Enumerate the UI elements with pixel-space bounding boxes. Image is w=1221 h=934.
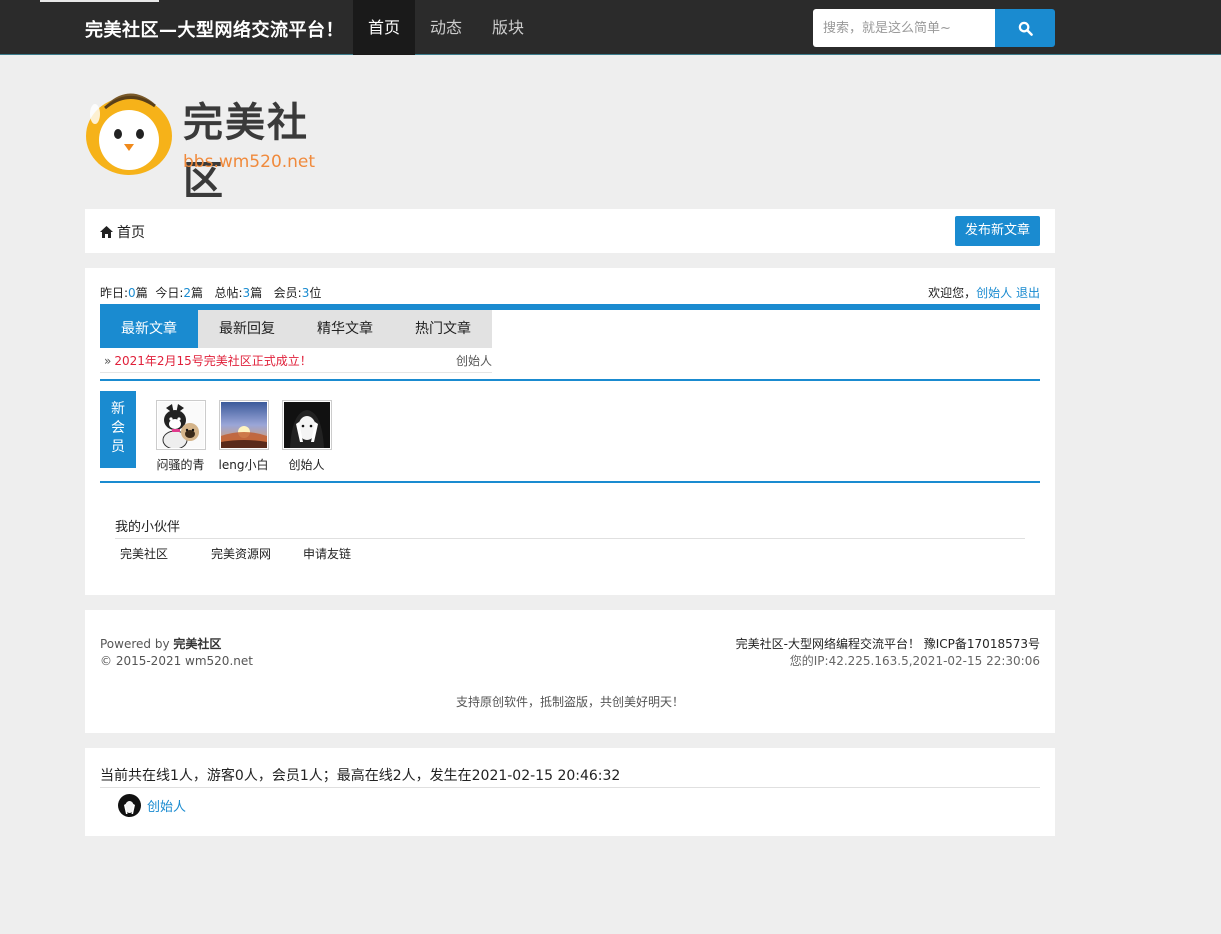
avatar[interactable] — [281, 400, 332, 450]
current-user-link[interactable]: 创始人 — [976, 286, 1012, 300]
divider — [100, 787, 1040, 788]
stat-unit-members: 位 — [309, 286, 322, 300]
powered-by-name[interactable]: 完美社区 — [173, 637, 221, 651]
stat-unit: 篇 — [250, 286, 263, 300]
friend-link[interactable]: 完美社区 — [120, 545, 168, 562]
member-name[interactable]: leng小白 — [212, 456, 275, 473]
search-input[interactable] — [813, 9, 995, 47]
logout-link[interactable]: 退出 — [1016, 286, 1040, 300]
member-name[interactable]: 创始人 — [275, 456, 338, 473]
article-title-link[interactable]: 2021年2月15号完美社区正式成立！ — [114, 354, 311, 368]
stat-yesterday-value: 0 — [128, 286, 136, 300]
search-icon — [1018, 21, 1033, 36]
member-card[interactable]: leng小白 — [212, 400, 275, 473]
founder-avatar-icon — [118, 794, 141, 817]
footer-slogan: 支持原创软件，抵制盗版，共创美好明天！ — [455, 695, 684, 709]
new-members-list: 闷骚的青 leng小白 创始人 — [149, 400, 338, 473]
friend-links: 完美社区 完美资源网 申请友链 — [120, 545, 383, 562]
stat-today-value: 2 — [183, 286, 192, 300]
article-tabs: 最新文章 最新回复 精华文章 热门文章 — [100, 310, 492, 348]
site-brand[interactable]: 完美社区—大型网络交流平台！ — [85, 16, 344, 42]
online-users-panel: 当前共在线1人，游客0人，会员1人；最高在线2人，发生在2021-02-15 2… — [85, 748, 1055, 836]
footer-right: 完美社区-大型网络编程交流平台！ 豫ICP备17018573号 您的IP:42.… — [736, 636, 1040, 670]
tab-latest-articles[interactable]: 最新文章 — [100, 310, 198, 348]
divider — [115, 538, 1025, 539]
main-nav: 首页 动态 版块 — [353, 0, 539, 55]
ip-info: 您的IP:42.225.163.5,2021-02-15 22:30:06 — [789, 654, 1040, 668]
chick-mascot-icon — [86, 93, 172, 175]
site-description: 完美社区-大型网络编程交流平台！ 豫ICP备17018573号 — [735, 637, 1040, 651]
welcome-message: 欢迎您，创始人 退出 — [928, 284, 1040, 301]
avatar[interactable] — [218, 400, 269, 450]
list-bullet: » — [104, 354, 112, 368]
avatar[interactable] — [155, 400, 206, 450]
tab-latest-replies[interactable]: 最新回复 — [198, 310, 296, 348]
online-summary: 当前共在线1人，游客0人，会员1人；最高在线2人，发生在2021-02-15 2… — [100, 768, 621, 784]
forum-stats: 昨日:0篇 今日:2篇 总帖:3篇 会员:3位 — [100, 284, 321, 301]
friend-links-title: 我的小伙伴 — [115, 520, 181, 535]
nav-item-boards[interactable]: 版块 — [477, 0, 539, 55]
site-logo[interactable]: 完美社区 bbs.wm520.net — [85, 84, 345, 204]
new-post-button[interactable]: 发布新文章 — [954, 216, 1040, 246]
nav-item-home[interactable]: 首页 — [353, 0, 416, 55]
member-card[interactable]: 创始人 — [275, 400, 338, 473]
new-members-label: 新会员 — [100, 391, 136, 468]
main-panel: 昨日:0篇 今日:2篇 总帖:3篇 会员:3位 欢迎您，创始人 退出 最新文章 … — [85, 268, 1055, 595]
home-icon — [100, 226, 113, 238]
stat-total-label: 总帖: — [214, 286, 243, 300]
friend-link[interactable]: 完美资源网 — [211, 545, 271, 562]
member-card[interactable]: 闷骚的青 — [149, 400, 212, 473]
breadcrumb-home[interactable]: 首页 — [117, 222, 145, 242]
welcome-text: 欢迎您， — [928, 286, 977, 300]
top-navbar: 完美社区—大型网络交流平台！ 首页 动态 版块 — [0, 0, 1221, 55]
tab-featured-articles[interactable]: 精华文章 — [296, 310, 394, 348]
sunset-avatar-icon — [220, 402, 267, 448]
topbar-accent — [40, 0, 159, 2]
logo-name: 完美社区 — [183, 100, 309, 204]
avatar[interactable] — [118, 794, 141, 817]
copyright: © 2015-2021 wm520.net — [100, 654, 253, 668]
logo-domain: bbs.wm520.net — [183, 152, 316, 172]
breadcrumb[interactable]: 首页 — [100, 222, 145, 242]
stat-unit: 篇 — [191, 286, 204, 300]
list-item: » 2021年2月15号完美社区正式成立！ 创始人 — [100, 352, 492, 369]
dog-avatar-icon — [157, 402, 204, 450]
divider — [100, 481, 1040, 483]
article-author[interactable]: 创始人 — [456, 352, 492, 369]
online-user-name[interactable]: 创始人 — [147, 796, 186, 815]
nav-item-activity[interactable]: 动态 — [415, 0, 477, 55]
new-members-label-text: 新会员 — [111, 401, 125, 455]
divider — [100, 379, 1040, 381]
online-user[interactable]: 创始人 — [118, 794, 186, 817]
member-name[interactable]: 闷骚的青 — [149, 456, 212, 473]
stat-members-label: 会员: — [273, 286, 302, 300]
site-footer: Powered by 完美社区 © 2015-2021 wm520.net 完美… — [85, 610, 1055, 733]
tab-hot-articles[interactable]: 热门文章 — [394, 310, 492, 348]
search-button[interactable] — [995, 9, 1055, 47]
search-bar — [813, 9, 1055, 47]
breadcrumb-bar: 首页 发布新文章 — [85, 209, 1055, 253]
stat-yesterday-label: 昨日: — [100, 286, 129, 300]
founder-avatar-icon — [283, 402, 330, 448]
divider — [100, 372, 492, 373]
footer-left: Powered by 完美社区 © 2015-2021 wm520.net — [100, 636, 253, 670]
stat-today-label: 今日: — [155, 286, 184, 300]
powered-by-label: Powered by — [100, 637, 174, 651]
apply-friend-link[interactable]: 申请友链 — [303, 545, 351, 562]
stat-unit: 篇 — [135, 286, 148, 300]
